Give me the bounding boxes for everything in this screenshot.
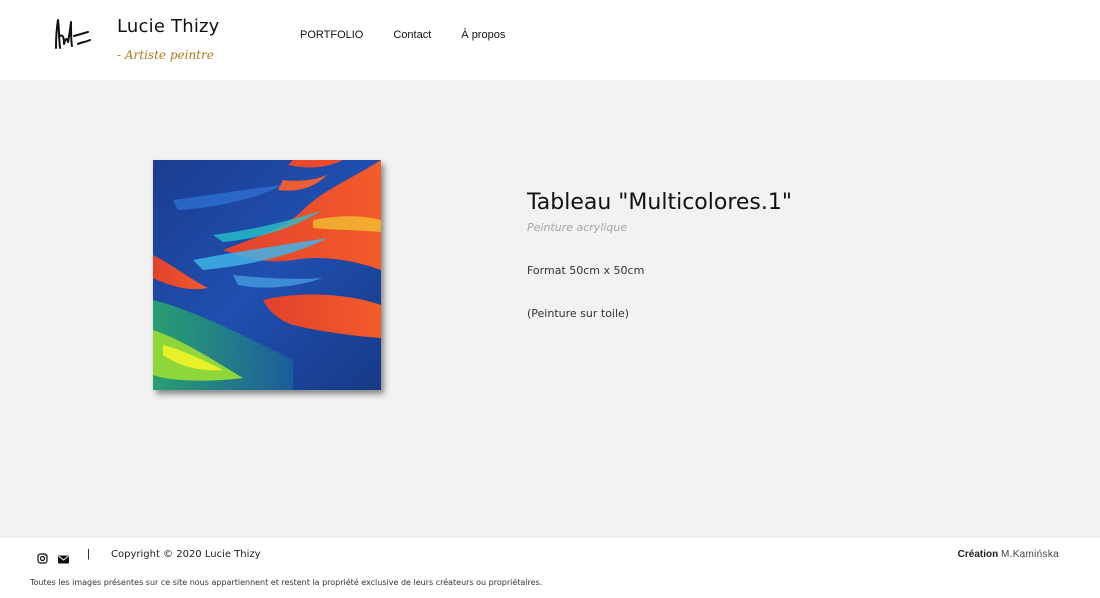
instagram-icon[interactable] xyxy=(37,549,48,568)
artwork-detail-section: Tableau "Multicolores.1" Peinture acryli… xyxy=(0,80,1100,538)
painting-image[interactable] xyxy=(153,160,381,390)
footer-separator: | xyxy=(87,548,90,560)
site-header: Lucie Thizy - Artiste peintre PORTFOLIO … xyxy=(0,0,1100,80)
artwork-support: (Peinture sur toile) xyxy=(527,307,630,320)
brand-name[interactable]: Lucie Thizy xyxy=(117,16,220,37)
artwork-title: Tableau "Multicolores.1" xyxy=(527,190,792,215)
copyright-text: Copyright © 2020 Lucie Thizy xyxy=(111,549,261,560)
social-links xyxy=(37,549,69,568)
site-credit: Création M.Kamińska xyxy=(958,549,1059,560)
nav-item-contact[interactable]: Contact xyxy=(393,28,431,42)
envelope-icon[interactable] xyxy=(58,549,69,568)
credit-label: Création xyxy=(957,549,999,560)
credit-author-link[interactable]: M.Kamińska xyxy=(1001,549,1059,560)
artwork-medium: Peinture acrylique xyxy=(527,221,628,234)
brand-tagline: - Artiste peintre xyxy=(117,48,214,62)
main-navigation: PORTFOLIO Contact À propos xyxy=(300,28,535,42)
copyright-disclaimer: Toutes les images présentes sur ce site … xyxy=(30,578,543,587)
nav-item-a-propos[interactable]: À propos xyxy=(461,28,505,42)
signature-logo-icon[interactable] xyxy=(50,14,94,54)
artwork-format: Format 50cm x 50cm xyxy=(527,264,645,277)
site-footer: | Copyright © 2020 Lucie Thizy Création … xyxy=(0,538,1100,598)
nav-item-portfolio[interactable]: PORTFOLIO xyxy=(300,28,363,42)
